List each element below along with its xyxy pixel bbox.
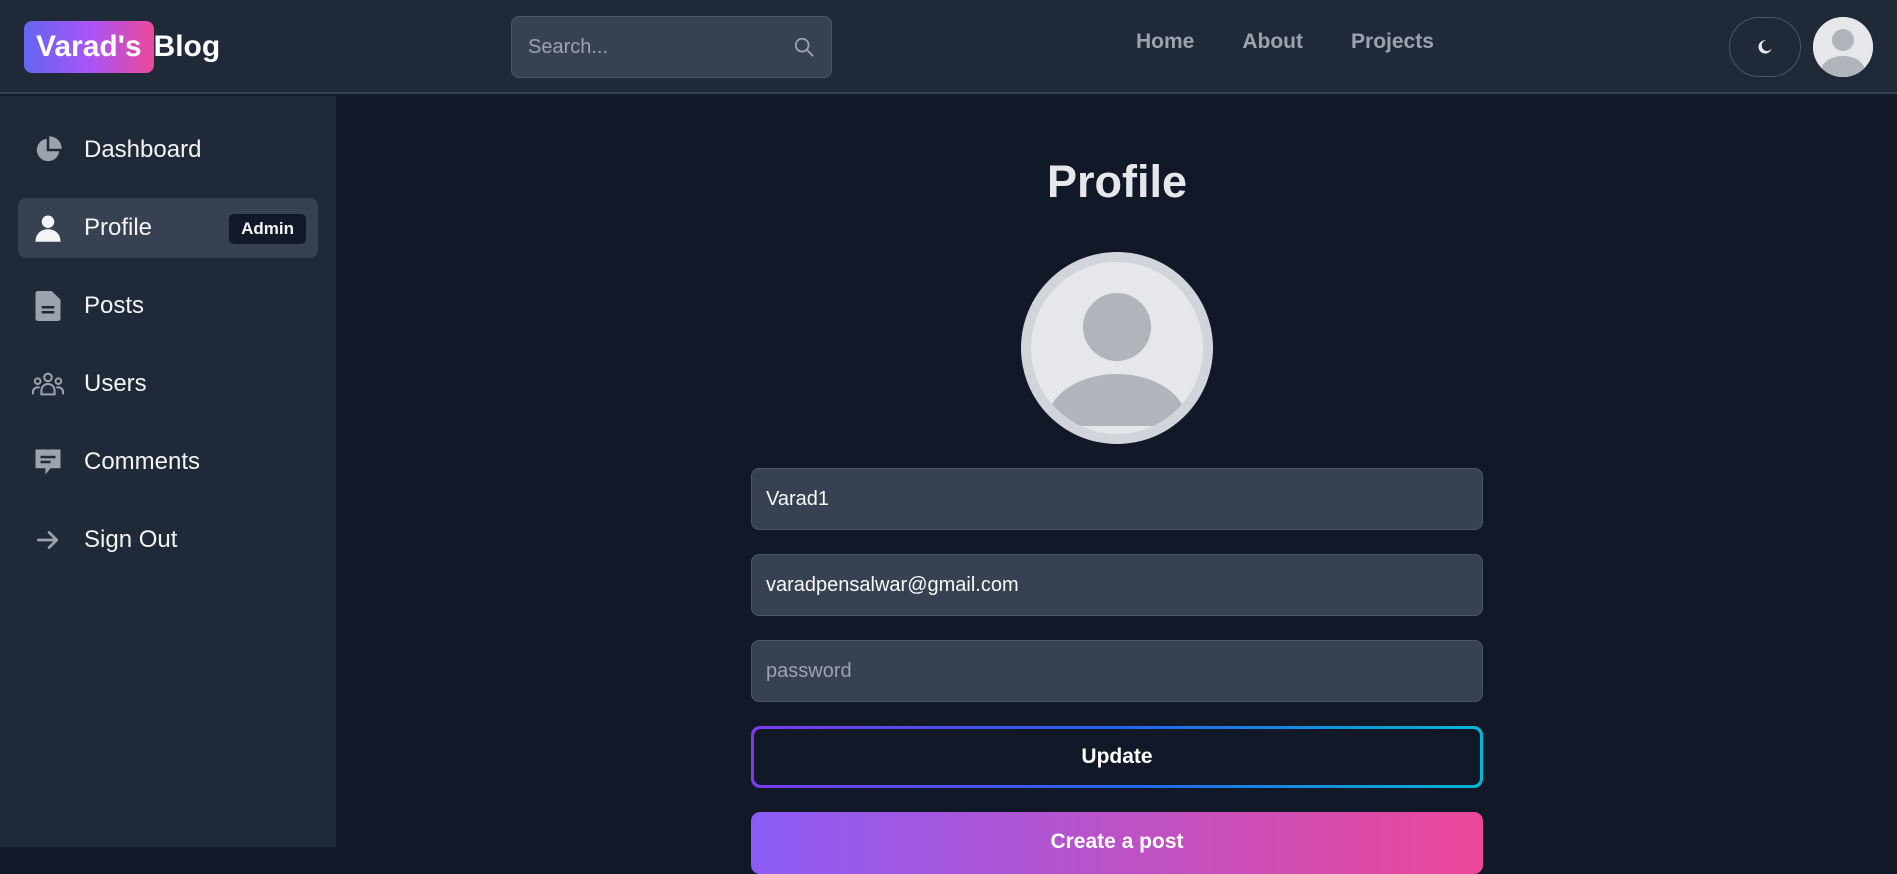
- arrow-right-icon: [32, 524, 64, 556]
- profile-picture[interactable]: [1021, 252, 1213, 444]
- email-field[interactable]: [751, 554, 1483, 616]
- sidebar-item-posts[interactable]: Posts: [18, 276, 318, 336]
- sidebar-item-profile[interactable]: Profile Admin: [18, 198, 318, 258]
- sidebar-item-sign-out[interactable]: Sign Out: [18, 510, 318, 570]
- create-post-label: Create a post: [1050, 830, 1184, 853]
- user-avatar-button[interactable]: [1813, 17, 1873, 77]
- users-icon: [32, 368, 64, 400]
- sidebar-item-label: Posts: [84, 292, 145, 319]
- pie-chart-icon: [32, 134, 64, 166]
- top-navbar: Varad's Blog Home About Projects: [0, 0, 1897, 94]
- site-logo[interactable]: Varad's Blog: [24, 21, 220, 73]
- nav-link-about[interactable]: About: [1242, 30, 1303, 54]
- moon-icon: [1758, 40, 1772, 54]
- role-badge: Admin: [229, 214, 306, 244]
- sidebar-item-label: Sign Out: [84, 526, 178, 553]
- search-input[interactable]: [528, 35, 793, 59]
- nav-link-projects[interactable]: Projects: [1351, 30, 1434, 54]
- search-icon[interactable]: [793, 34, 815, 60]
- user-avatar-icon: [1813, 17, 1873, 77]
- page-title: Profile: [1046, 156, 1188, 207]
- main-nav: Home About Projects: [1136, 30, 1434, 54]
- create-post-button[interactable]: Create a post: [751, 812, 1483, 874]
- document-icon: [32, 290, 64, 322]
- username-field[interactable]: [751, 468, 1483, 530]
- sidebar: Dashboard Profile Admin Posts Users Comm…: [0, 96, 336, 847]
- sidebar-item-label: Dashboard: [84, 136, 202, 163]
- theme-toggle-button[interactable]: [1729, 17, 1801, 77]
- sidebar-item-label: Users: [84, 370, 147, 397]
- search-box: [511, 16, 832, 78]
- sidebar-item-label: Comments: [84, 448, 201, 475]
- sidebar-item-comments[interactable]: Comments: [18, 432, 318, 492]
- user-icon: [32, 212, 64, 244]
- update-button-label: Update: [754, 729, 1480, 785]
- nav-link-home[interactable]: Home: [1136, 30, 1194, 54]
- logo-text: Blog: [153, 30, 221, 63]
- sidebar-item-dashboard[interactable]: Dashboard: [18, 120, 318, 180]
- password-field[interactable]: [751, 640, 1483, 702]
- logo-badge: Varad's: [24, 21, 154, 73]
- comment-icon: [32, 446, 64, 478]
- user-avatar-icon: [1031, 262, 1203, 434]
- sidebar-item-label: Profile: [84, 214, 153, 241]
- update-button[interactable]: Update: [751, 726, 1483, 788]
- sidebar-item-users[interactable]: Users: [18, 354, 318, 414]
